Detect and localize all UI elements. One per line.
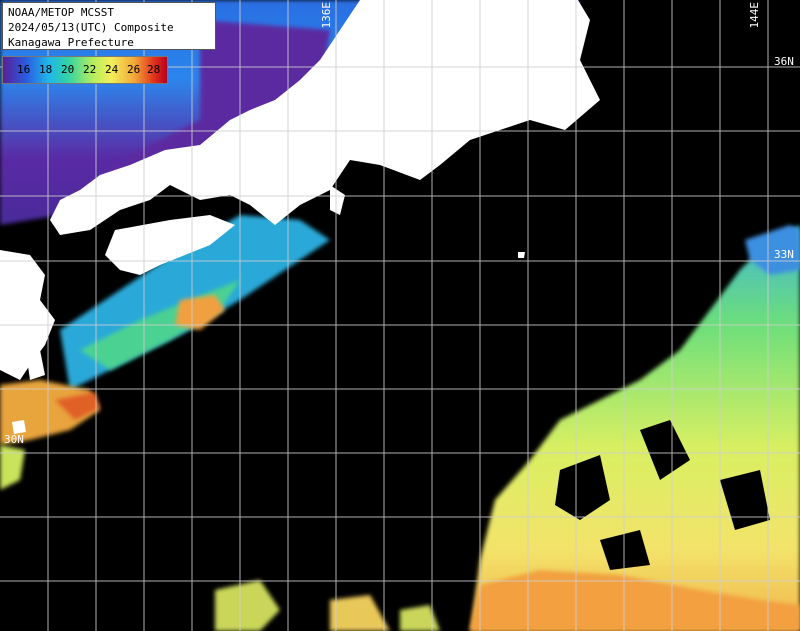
- legend-tick: 20: [61, 63, 75, 76]
- legend-tick: 22: [83, 63, 97, 76]
- legend-tick: 16: [17, 63, 31, 76]
- legend-tick: 18: [39, 63, 53, 76]
- lat-label-33n: 33N: [774, 248, 794, 261]
- lon-label-144e: 144E: [748, 2, 761, 29]
- land-small-island: [518, 252, 525, 258]
- legend-tick: 24: [105, 63, 119, 76]
- title-line-2: 2024/05/13(UTC) Composite: [8, 21, 174, 34]
- land-yakushima: [12, 420, 26, 434]
- lat-label-36n: 36N: [774, 55, 794, 68]
- lat-label-30n: 30N: [4, 433, 24, 446]
- lon-label-136e: 136E: [320, 2, 333, 29]
- legend-tick: 26: [127, 63, 141, 76]
- title-line-3: Kanagawa Prefecture: [8, 36, 134, 49]
- title-box: NOAA/METOP MCSST 2024/05/13(UTC) Composi…: [2, 2, 216, 50]
- title-line-1: NOAA/METOP MCSST: [8, 6, 114, 19]
- sst-map: [0, 0, 800, 631]
- temperature-legend: 16 18 20 22 24 26 28: [2, 56, 168, 84]
- legend-tick: 28: [147, 63, 161, 76]
